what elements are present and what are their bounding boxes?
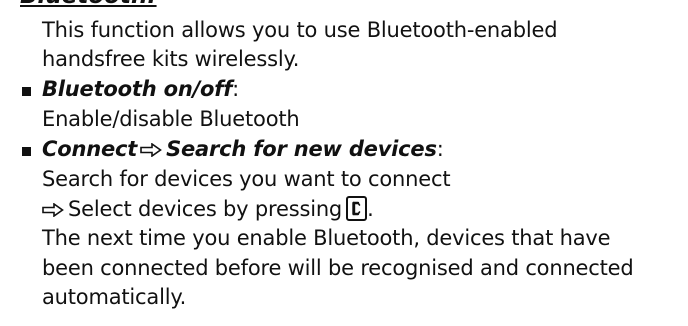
intro-line-2: handsfree kits wirelessly.	[42, 47, 300, 71]
outlined-right-arrow-icon	[140, 143, 162, 157]
item-colon: :	[232, 77, 240, 101]
item-connect-desc-line-5: automatically.	[42, 285, 187, 309]
item-title: Bluetooth on/off	[42, 77, 233, 101]
item-connect-desc-line-3: The next time you enable Bluetooth, devi…	[42, 226, 611, 250]
item-connect-desc-line-4: been connected before will be recognised…	[42, 256, 634, 280]
bullet-icon	[22, 87, 31, 96]
manual-page: Bluetooth: This function allows you to u…	[0, 0, 688, 326]
outlined-right-arrow-icon	[42, 203, 64, 217]
item-connect-desc-line-2: Select devices by pressing.	[42, 196, 374, 221]
bullet-icon	[22, 147, 31, 156]
item-bluetooth-toggle-desc: Enable/disable Bluetooth	[42, 107, 300, 131]
select-devices-text: Select devices by pressing	[68, 197, 343, 221]
item-title-part-1: Connect	[42, 137, 138, 161]
intro-line-1: This function allows you to use Bluetoot…	[42, 18, 558, 42]
item-connect-title: Connect Search for new devices:	[42, 137, 444, 161]
item-title-part-2: Search for new devices	[166, 137, 437, 161]
select-devices-period: .	[367, 197, 374, 221]
section-heading: Bluetooth:	[20, 0, 157, 8]
item-connect-desc-line-1: Search for devices you want to connect	[42, 167, 451, 191]
item-colon: :	[436, 137, 444, 161]
item-bluetooth-toggle-title: Bluetooth on/off:	[42, 77, 239, 101]
phone-key-icon	[346, 196, 368, 221]
